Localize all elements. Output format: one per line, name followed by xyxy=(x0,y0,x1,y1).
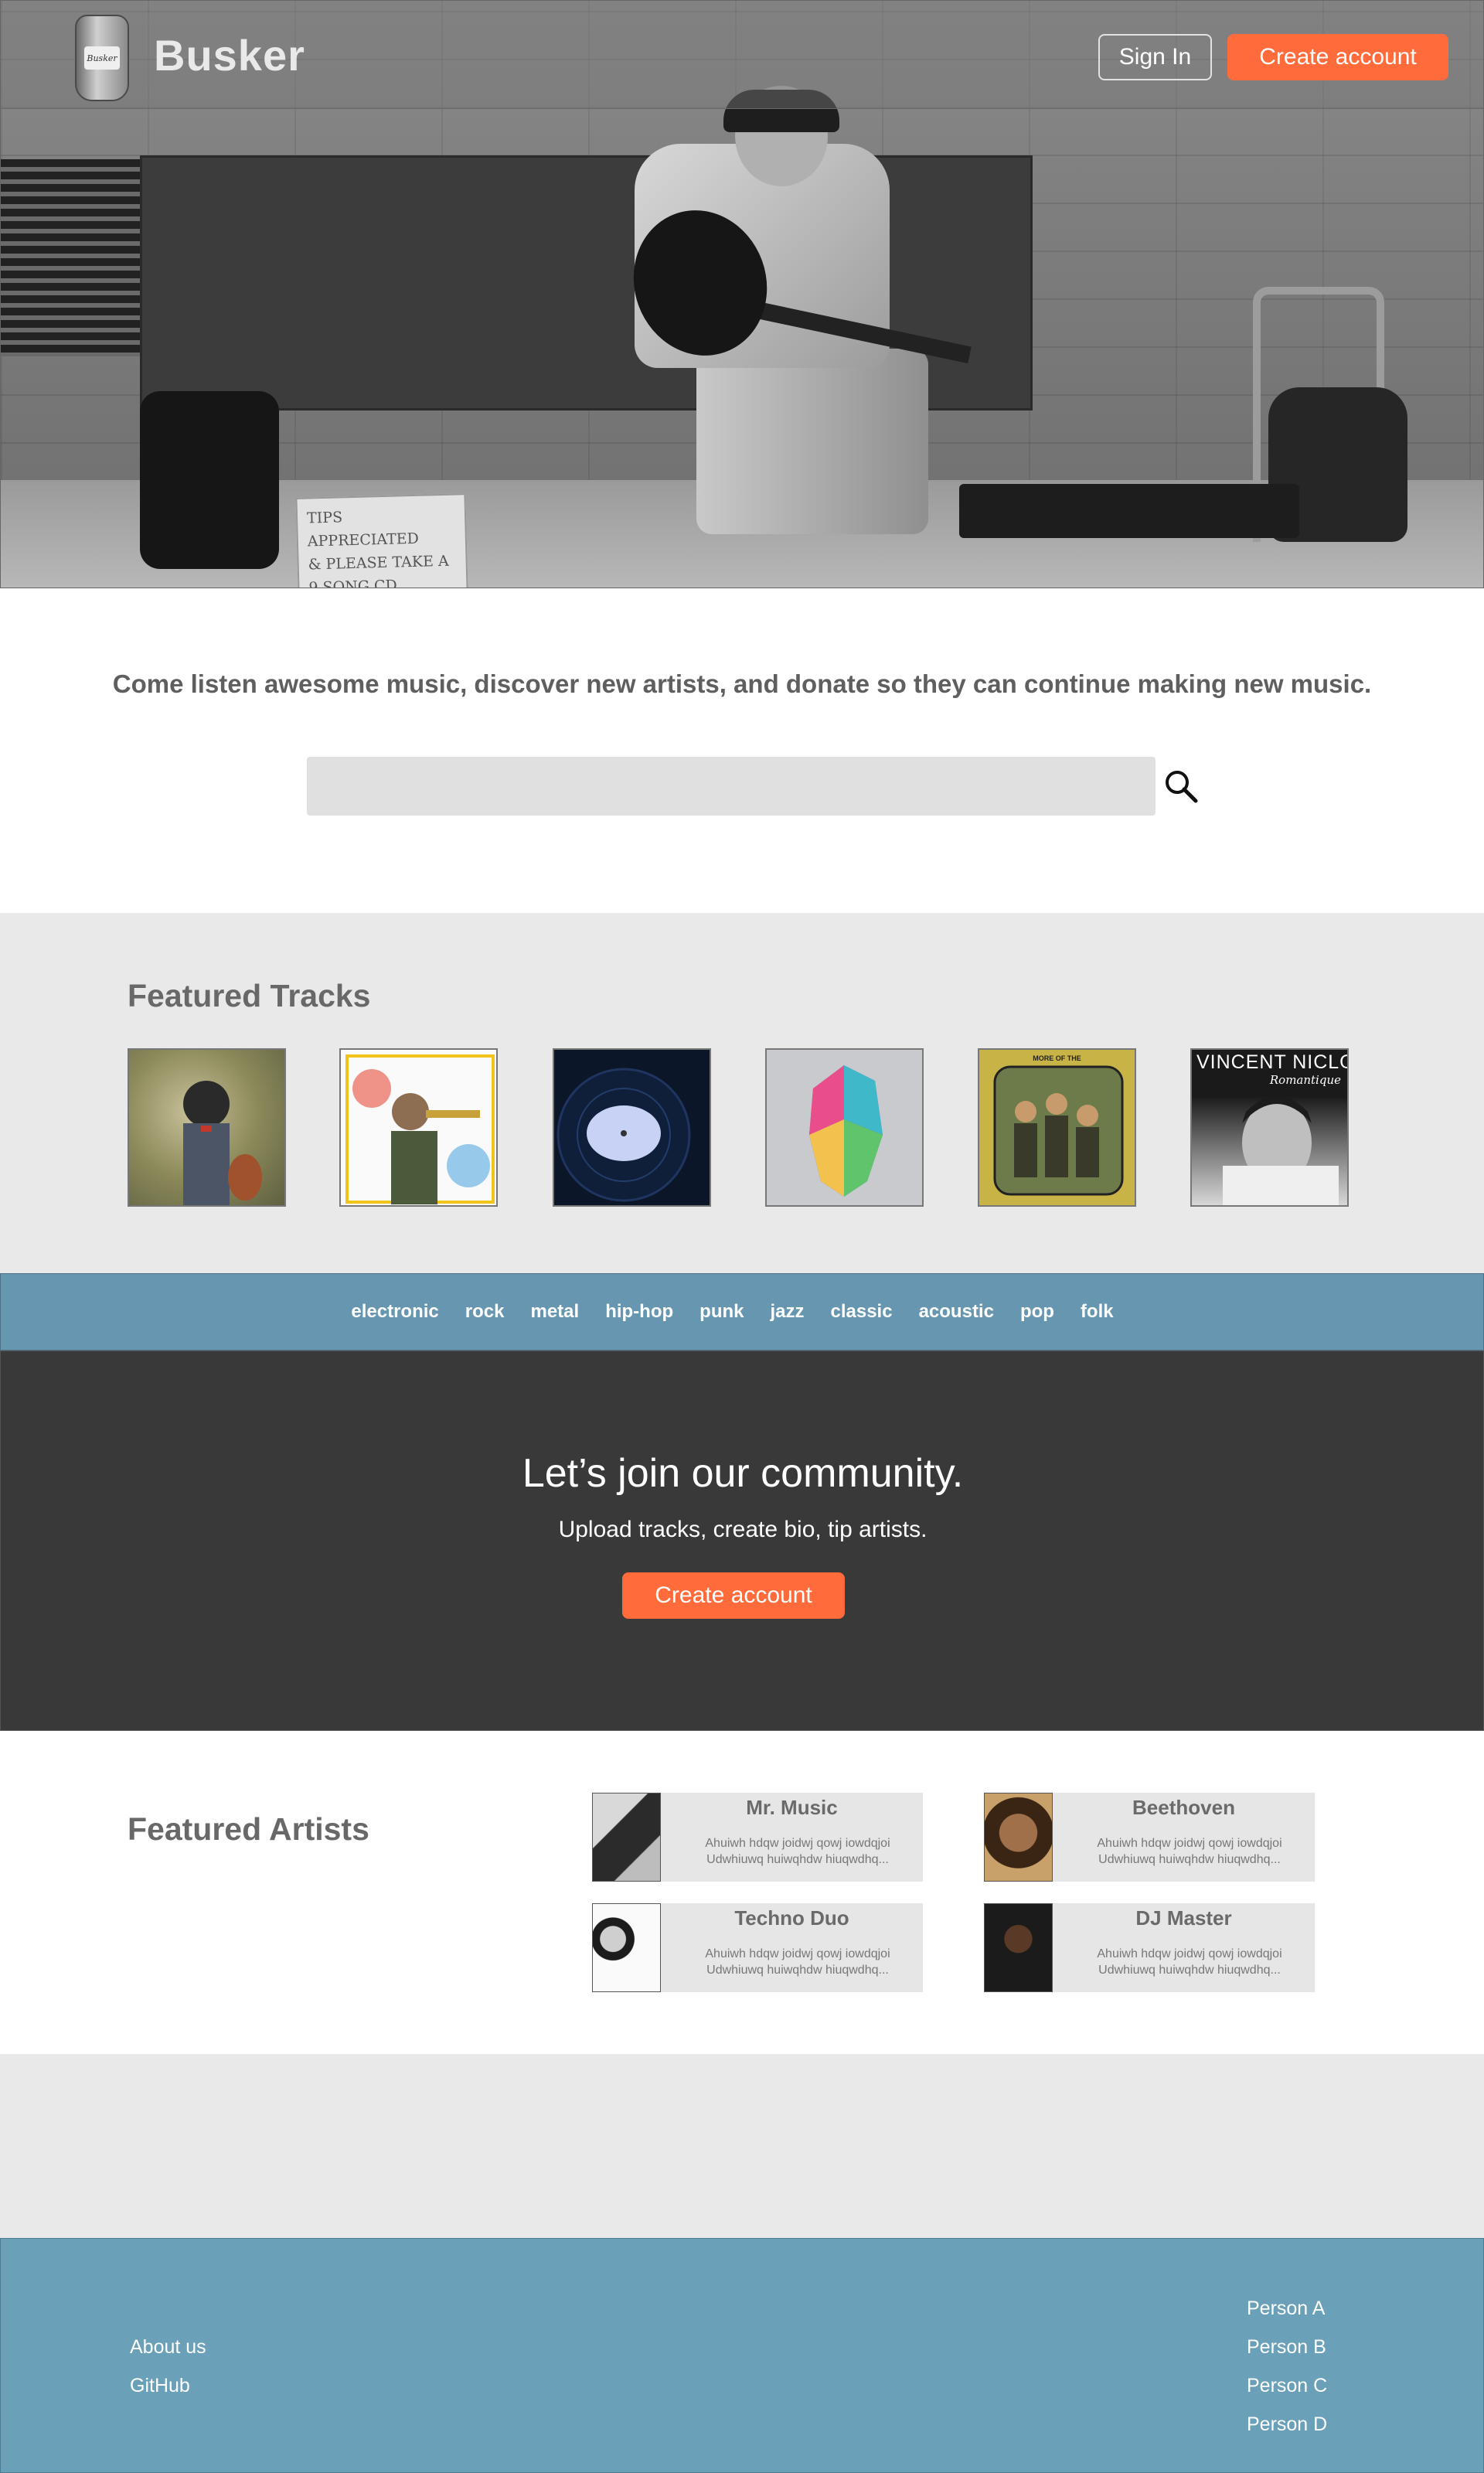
featured-tracks-section: Featured Tracks MORE OF THE VINCENT NICL… xyxy=(0,913,1484,1273)
genre-bar: electronic rock metal hip-hop punk jazz … xyxy=(0,1273,1484,1351)
violinist-art xyxy=(183,1081,262,1205)
genre-link[interactable]: hip-hop xyxy=(605,1301,673,1323)
band-album-cover[interactable]: MORE OF THE xyxy=(978,1048,1136,1207)
tips-sign-line: TIPS APPRECIATED xyxy=(306,509,420,550)
create-account-button[interactable]: Create account xyxy=(1227,34,1448,80)
vinyl-record-cover[interactable] xyxy=(553,1048,711,1207)
artist-bio: Ahuiwh hdqw joidwj qowj iowdqjoi Udwhiuw… xyxy=(686,1946,910,1978)
artist-avatar xyxy=(984,1903,1053,1992)
artist-bio: Ahuiwh hdqw joidwj qowj iowdqjoi Udwhiuw… xyxy=(1077,1946,1302,1978)
wall-vent xyxy=(1,159,140,356)
gray-spacer xyxy=(0,2054,1484,2238)
tips-sign-line: & PLEASE TAKE A xyxy=(308,552,449,574)
sign-in-button[interactable]: Sign In xyxy=(1098,34,1212,80)
trumpeter-art xyxy=(341,1050,496,1205)
artist-name: Beethoven xyxy=(1132,1796,1235,1819)
genre-link[interactable]: punk xyxy=(699,1301,744,1323)
artist-bio: Ahuiwh hdqw joidwj qowj iowdqjoi Udwhiuw… xyxy=(686,1835,910,1868)
polygon-face-cover[interactable] xyxy=(765,1048,924,1207)
artist-bio-line: Udwhiuwq huiwqhdw hiuqwdhq... xyxy=(1098,1964,1281,1977)
band-album-art xyxy=(993,1065,1124,1196)
genre-link[interactable]: metal xyxy=(530,1301,579,1323)
artist-card[interactable]: Beethoven Ahuiwh hdqw joidwj qowj iowdqj… xyxy=(984,1793,1315,1882)
artist-avatar xyxy=(984,1793,1053,1882)
genre-link[interactable]: jazz xyxy=(770,1301,804,1323)
brand-name[interactable]: Busker xyxy=(154,30,305,80)
search-icon xyxy=(1166,770,1198,802)
speaker-amp xyxy=(140,391,279,569)
vincent-niclo-cover[interactable]: VINCENT NICLO Romantique xyxy=(1190,1048,1349,1207)
featured-artists-title: Featured Artists xyxy=(128,1811,369,1847)
genre-link[interactable]: acoustic xyxy=(919,1301,994,1323)
search-input[interactable] xyxy=(307,757,1156,816)
artist-bio: Ahuiwh hdqw joidwj qowj iowdqjoi Udwhiuw… xyxy=(1077,1835,1302,1868)
person-link[interactable]: Person B xyxy=(1247,2336,1326,2359)
tip-jar-logo[interactable]: Busker xyxy=(75,15,129,101)
artist-bio-line: Ahuiwh hdqw joidwj qowj iowdqjoi xyxy=(1097,1837,1282,1850)
about-us-link[interactable]: About us xyxy=(130,2336,206,2359)
artist-bio-line: Ahuiwh hdqw joidwj qowj iowdqjoi xyxy=(705,1947,890,1960)
genre-link[interactable]: folk xyxy=(1081,1301,1114,1323)
vincent-niclo-subtitle: Romantique xyxy=(1269,1073,1341,1087)
trumpeter-cover[interactable] xyxy=(339,1048,498,1207)
vinyl-art xyxy=(556,1068,691,1202)
artist-card[interactable]: DJ Master Ahuiwh hdqw joidwj qowj iowdqj… xyxy=(984,1903,1315,1992)
community-subtitle: Upload tracks, create bio, tip artists. xyxy=(558,1517,928,1542)
person-link[interactable]: Person C xyxy=(1247,2375,1327,2397)
violinist-cover[interactable] xyxy=(128,1048,286,1207)
community-section: Let’s join our community. Upload tracks,… xyxy=(0,1351,1484,1731)
artist-bio-line: Udwhiuwq huiwqhdw hiuqwdhq... xyxy=(1098,1853,1281,1866)
artist-name: Mr. Music xyxy=(746,1796,838,1819)
featured-artists-section: Featured Artists Mr. Music Ahuiwh hdqw j… xyxy=(0,1731,1484,2054)
artist-card[interactable]: Mr. Music Ahuiwh hdqw joidwj qowj iowdqj… xyxy=(592,1793,923,1882)
polygon-face-art xyxy=(809,1065,883,1197)
tips-sign: TIPS APPRECIATED & PLEASE TAKE A 9 SONG … xyxy=(295,493,468,588)
tagline: Come listen awesome music, discover new … xyxy=(112,669,1372,698)
hero-banner: TIPS APPRECIATED & PLEASE TAKE A 9 SONG … xyxy=(0,0,1484,588)
band-album-caption: MORE OF THE xyxy=(1033,1054,1081,1062)
featured-tracks-title: Featured Tracks xyxy=(128,978,371,1013)
community-title: Let’s join our community. xyxy=(522,1451,964,1496)
vincent-niclo-title: VINCENT NICLO xyxy=(1196,1051,1349,1073)
person-link[interactable]: Person A xyxy=(1247,2298,1325,2320)
search-button[interactable] xyxy=(1162,768,1200,806)
artist-avatar xyxy=(592,1903,661,1992)
artist-bio-line: Udwhiuwq huiwqhdw hiuqwdhq... xyxy=(706,1964,889,1977)
genre-link[interactable]: electronic xyxy=(351,1301,438,1323)
genre-link[interactable]: pop xyxy=(1020,1301,1054,1323)
artist-avatar xyxy=(592,1793,661,1882)
footer: About us GitHub Person A Person B Person… xyxy=(0,2238,1484,2473)
artist-name: Techno Duo xyxy=(734,1906,849,1930)
artist-bio-line: Udwhiuwq huiwqhdw hiuqwdhq... xyxy=(706,1853,889,1866)
artist-bio-line: Ahuiwh hdqw joidwj qowj iowdqjoi xyxy=(705,1837,890,1850)
logo-label: Busker xyxy=(84,46,120,70)
artist-card[interactable]: Techno Duo Ahuiwh hdqw joidwj qowj iowdq… xyxy=(592,1903,923,1992)
effects-pedals xyxy=(959,484,1299,538)
intro-section: Come listen awesome music, discover new … xyxy=(0,588,1484,913)
genre-link[interactable]: classic xyxy=(831,1301,893,1323)
github-link[interactable]: GitHub xyxy=(130,2375,190,2397)
artist-name: DJ Master xyxy=(1135,1906,1232,1930)
musician-legs xyxy=(696,349,928,534)
artist-bio-line: Ahuiwh hdqw joidwj qowj iowdqjoi xyxy=(1097,1947,1282,1960)
genre-link[interactable]: rock xyxy=(465,1301,505,1323)
community-create-account-button[interactable]: Create account xyxy=(622,1572,845,1619)
person-link[interactable]: Person D xyxy=(1247,2413,1327,2436)
